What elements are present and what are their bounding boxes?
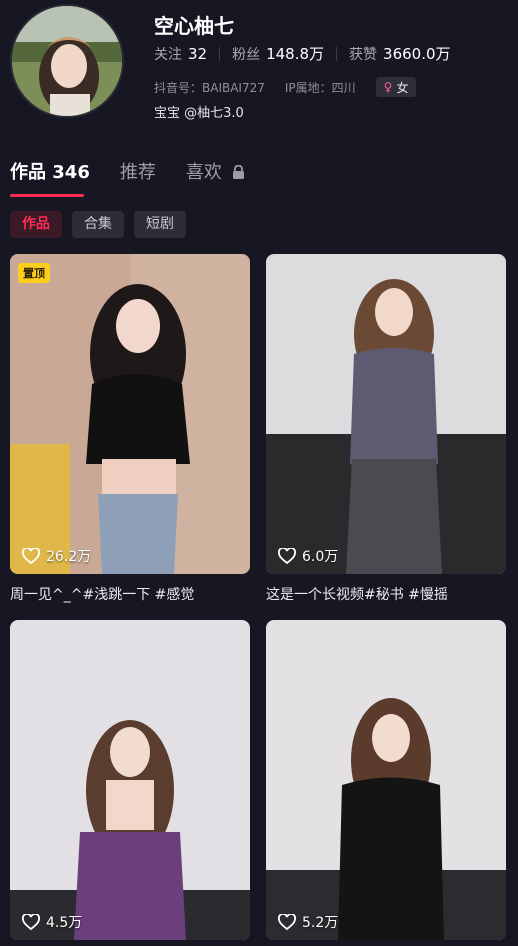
likes-received-stat[interactable]: 获赞 3660.0万 [349, 43, 451, 64]
tab-recommend[interactable]: 推荐 [120, 158, 156, 184]
female-icon: ♀ [383, 80, 393, 94]
video-card[interactable]: 4.5万 [10, 620, 250, 940]
stat-divider [219, 46, 221, 61]
video-likes: 26.2万 [22, 546, 91, 566]
likes-count: 6.0万 [302, 549, 339, 565]
following-count: 32 [188, 44, 208, 63]
active-tab-indicator [10, 194, 84, 197]
following-label: 关注 [154, 46, 182, 63]
video-card[interactable]: 置顶 26.2万 [10, 254, 250, 574]
lock-icon [232, 165, 244, 179]
chip-works[interactable]: 作品 [10, 211, 62, 238]
chip-short-dramas[interactable]: 短剧 [134, 211, 186, 238]
content-tabs: 作品 346 推荐 喜欢 [10, 158, 275, 184]
gender-badge: ♀ 女 [375, 77, 417, 97]
avatar[interactable] [10, 4, 124, 118]
heart-icon [278, 548, 296, 564]
profile-page: 空心柚七 关注 32 粉丝 148.8万 获赞 3660.0万 抖音号：BAIB… [0, 0, 518, 946]
video-thumbnail [10, 620, 250, 940]
video-thumbnail [266, 620, 506, 940]
video-caption[interactable]: 这是一个长视频#秘书 #慢摇 [266, 584, 448, 604]
video-card[interactable]: 6.0万 [266, 254, 506, 574]
likes-received-label: 获赞 [349, 47, 378, 63]
followers-count: 148.8万 [266, 45, 325, 63]
followers-stat[interactable]: 粉丝 148.8万 [232, 43, 324, 64]
following-stat[interactable]: 关注 32 [154, 44, 207, 64]
video-likes: 5.2万 [278, 912, 338, 932]
profile-name: 空心柚七 [154, 14, 234, 38]
video-caption[interactable]: 周一见^_^#浅跳一下 #感觉 [10, 584, 194, 604]
heart-icon [22, 914, 40, 930]
video-card[interactable]: 5.2万 [266, 620, 506, 940]
heart-icon [22, 548, 40, 564]
gender-label: 女 [396, 80, 409, 95]
likes-count: 5.2万 [302, 915, 339, 931]
video-thumbnail [266, 254, 506, 574]
likes-received-count: 3660.0万 [383, 45, 451, 63]
stat-divider [336, 46, 338, 61]
profile-bio: 宝宝 @柚七3.0 [154, 106, 244, 121]
tab-works[interactable]: 作品 346 [10, 158, 90, 184]
douyin-id: 抖音号：BAIBAI727 [154, 80, 265, 95]
tab-liked-label: 喜欢 [185, 162, 222, 183]
avatar-image [12, 6, 122, 116]
profile-meta: 抖音号：BAIBAI727 IP属地：四川 ♀ 女 [154, 77, 417, 97]
ip-location: IP属地：四川 [284, 80, 356, 95]
likes-count: 4.5万 [46, 915, 83, 931]
chip-collections[interactable]: 合集 [72, 211, 124, 238]
profile-stats: 关注 32 粉丝 148.8万 获赞 3660.0万 [154, 43, 451, 64]
followers-label: 粉丝 [232, 47, 261, 63]
filter-chips: 作品 合集 短剧 [10, 211, 186, 238]
heart-icon [278, 914, 296, 930]
likes-count: 26.2万 [46, 549, 92, 565]
video-likes: 4.5万 [22, 912, 82, 932]
video-thumbnail [10, 254, 250, 574]
video-likes: 6.0万 [278, 546, 338, 566]
pinned-badge: 置顶 [18, 263, 50, 283]
tab-liked[interactable]: 喜欢 [186, 158, 245, 184]
